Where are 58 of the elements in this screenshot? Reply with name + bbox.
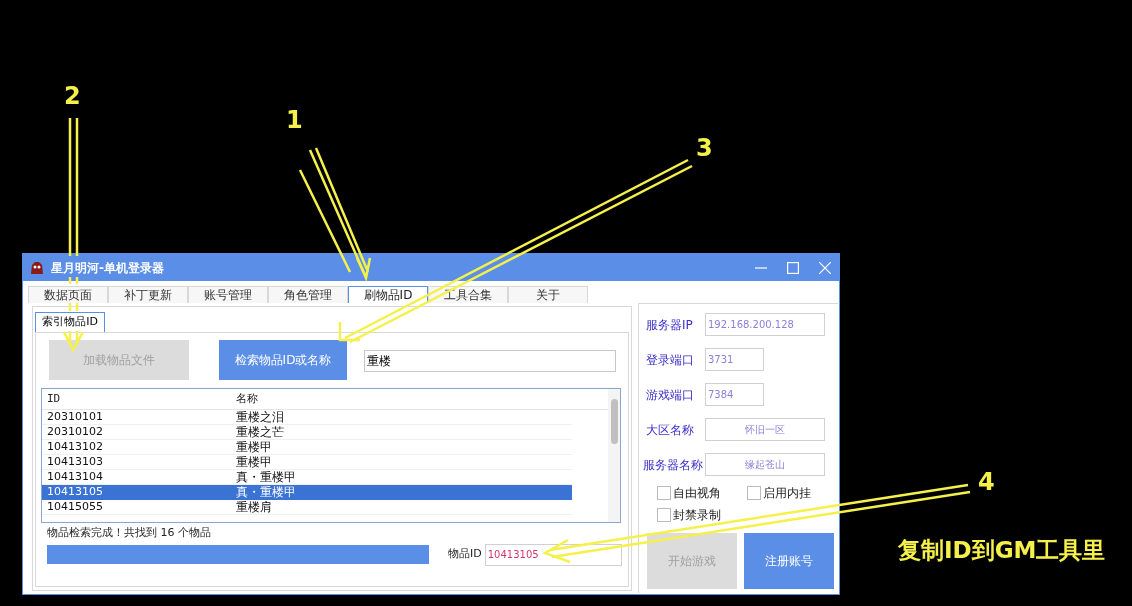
window-title: 星月明河-单机登录器 (51, 259, 164, 277)
list-row[interactable]: 20310101 重楼之泪 (42, 410, 572, 425)
tab[interactable]: 角色管理 (268, 286, 348, 303)
checkbox-label: 启用内挂 (763, 485, 811, 502)
table-cell-text: 真・重楼甲 (235, 484, 296, 501)
tab[interactable]: 账号管理 (188, 286, 268, 303)
tab[interactable]: 刷物品ID (348, 286, 428, 303)
table-cell-text: 重楼之芒 (235, 424, 284, 441)
input-field[interactable]: 192.168.200.128 (705, 313, 825, 336)
field-label: 服务器名称 (643, 456, 704, 474)
table-cell-text: 10413104 (46, 468, 104, 485)
close-icon[interactable] (819, 261, 831, 274)
checkbox-label: 封禁录制 (673, 507, 721, 524)
tab[interactable]: 数据页面 (28, 286, 108, 303)
field-label: 服务器IP (645, 316, 694, 334)
app-logo-icon (29, 260, 45, 275)
column-header[interactable]: ID (47, 390, 231, 408)
field-label: 大区名称 (645, 421, 695, 439)
checkbox[interactable] (657, 508, 671, 522)
tab[interactable]: 关于 (508, 286, 588, 303)
scrollbar[interactable] (608, 389, 620, 522)
subtab[interactable]: 索引物品ID (35, 312, 105, 332)
input-field[interactable]: 怀旧一区 (705, 418, 825, 441)
table-cell-text: 重楼之泪 (235, 409, 284, 426)
annotation-caption: 复制ID到GM工具里 (898, 536, 1106, 565)
table-cell-text: 重楼甲 (235, 454, 272, 471)
table-cell-text: 10415055 (46, 498, 104, 515)
input-field[interactable]: 缘起苍山 (705, 453, 825, 476)
checkbox[interactable] (747, 486, 761, 500)
table-cell-text: 真・重楼甲 (235, 469, 296, 486)
list-row[interactable]: 10415055 重楼肩 (42, 500, 572, 515)
table-cell-text: 10413105 (46, 483, 104, 500)
list-row[interactable]: 10413102 重楼甲 (42, 440, 572, 455)
column-header[interactable]: 名称 (236, 390, 258, 408)
annotation-number: 2 (64, 81, 81, 112)
table-cell-text: 10413103 (46, 453, 104, 470)
status-text: 物品检索完成！共找到 16 个物品 (47, 525, 212, 541)
list-row[interactable]: 10413105 真・重楼甲 (42, 485, 572, 500)
list-row[interactable]: 10413103 重楼甲 (42, 455, 572, 470)
field-label: 游戏端口 (645, 386, 695, 404)
annotation-number: 3 (696, 133, 713, 164)
table-cell-text: 重楼肩 (235, 499, 272, 516)
table-cell-text: 重楼甲 (235, 439, 272, 456)
list-row[interactable]: 20310102 重楼之芒 (42, 425, 572, 440)
item-id-field[interactable]: 10413105 (484, 543, 622, 566)
input-field[interactable]: 3731 (705, 348, 764, 371)
checkbox[interactable] (657, 486, 671, 500)
maximize-icon[interactable] (787, 261, 799, 274)
tab[interactable]: 补丁更新 (108, 286, 188, 303)
table-cell-text: 10413102 (46, 438, 104, 455)
annotation-number: 1 (286, 105, 303, 136)
annotation-number: 4 (978, 467, 995, 498)
field-label: 登录端口 (645, 351, 695, 369)
item-id-label: 物品ID (448, 546, 482, 563)
table-cell-text: 20310102 (46, 423, 104, 440)
checkbox-label: 自由视角 (673, 485, 721, 502)
search-field[interactable]: 重楼 (364, 350, 616, 372)
table-cell-text: 20310101 (46, 408, 104, 425)
